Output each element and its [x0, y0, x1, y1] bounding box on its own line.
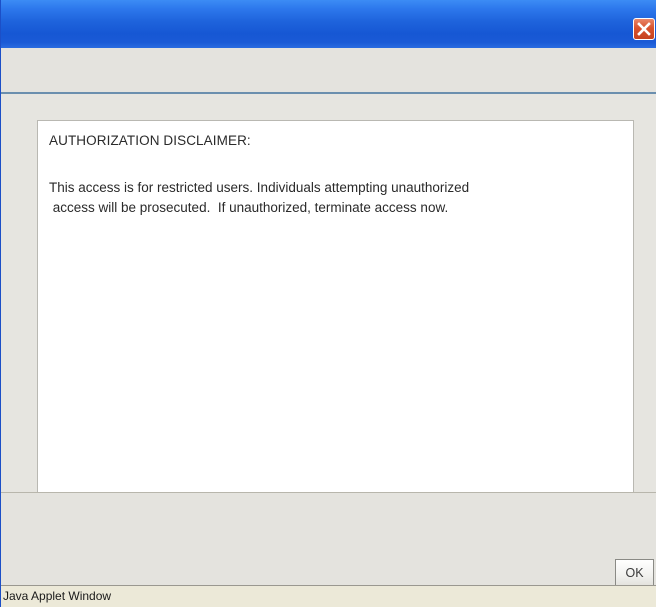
content-area: AUTHORIZATION DISCLAIMER: This access is…: [1, 94, 656, 494]
ok-button[interactable]: OK: [615, 559, 654, 587]
toolbar-strip: [1, 48, 656, 94]
title-bar[interactable]: [1, 0, 656, 48]
status-bar: Java Applet Window: [1, 585, 656, 607]
status-text: Java Applet Window: [3, 589, 112, 603]
dialog-window: AUTHORIZATION DISCLAIMER: This access is…: [0, 0, 656, 607]
disclaimer-heading: AUTHORIZATION DISCLAIMER:: [49, 133, 251, 148]
close-button[interactable]: [633, 18, 655, 40]
button-bar: OK: [1, 493, 656, 593]
disclaimer-line-2: access will be prosecuted. If unauthoriz…: [49, 200, 449, 215]
disclaimer-text-panel: AUTHORIZATION DISCLAIMER: This access is…: [37, 120, 634, 494]
disclaimer-line-1: This access is for restricted users. Ind…: [49, 180, 470, 195]
close-icon: [637, 22, 651, 36]
